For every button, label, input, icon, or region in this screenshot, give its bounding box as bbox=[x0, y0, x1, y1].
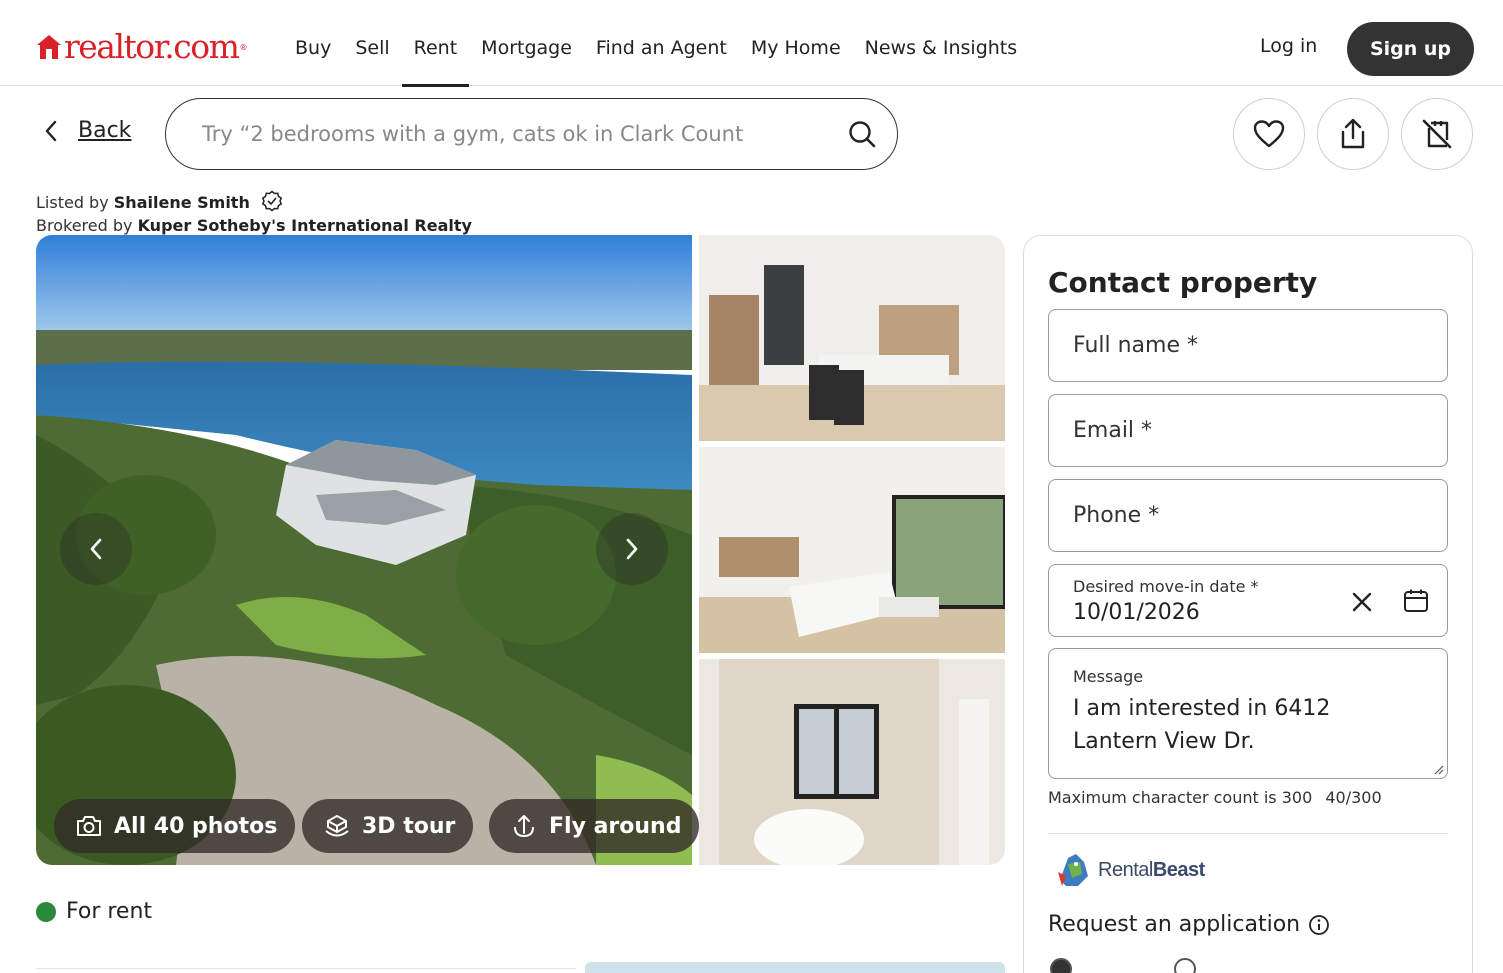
share-icon bbox=[1341, 118, 1365, 149]
move-in-date-value[interactable]: 10/01/2026 bbox=[1073, 600, 1200, 625]
contact-title: Contact property bbox=[1048, 266, 1318, 299]
signup-button[interactable]: Sign up bbox=[1347, 22, 1474, 76]
camera-icon bbox=[77, 816, 101, 836]
chevron-left-icon bbox=[90, 538, 102, 560]
main-nav: Buy Sell Rent Mortgage Find an Agent My … bbox=[295, 0, 1041, 87]
back-label: Back bbox=[78, 118, 132, 143]
message-text[interactable]: I am interested in 6412 Lantern View Dr. bbox=[1073, 692, 1363, 758]
request-application-label: Request an application bbox=[1048, 912, 1301, 937]
message-field[interactable]: Message I am interested in 6412 Lantern … bbox=[1048, 648, 1448, 779]
prev-photo-button[interactable] bbox=[60, 513, 132, 585]
search-icon[interactable] bbox=[847, 119, 877, 149]
full-name-placeholder: Full name * bbox=[1073, 333, 1198, 358]
top-header: realtor.com ® Buy Sell Rent Mortgage Find… bbox=[0, 0, 1503, 87]
rentalbeast-wordmark: RentalBeast bbox=[1098, 858, 1205, 881]
chevron-left-icon bbox=[45, 120, 57, 141]
request-application: Request an application bbox=[1048, 912, 1330, 937]
full-name-field[interactable]: Full name * bbox=[1048, 309, 1448, 382]
rentalbeast-logo: RentalBeast bbox=[1054, 850, 1205, 890]
section-divider bbox=[36, 968, 576, 969]
photo-living-room[interactable] bbox=[699, 447, 1005, 653]
message-label: Message bbox=[1073, 667, 1144, 686]
email-placeholder: Email * bbox=[1073, 418, 1153, 443]
info-icon[interactable] bbox=[1308, 914, 1330, 936]
realtor-logo[interactable]: realtor.com ® bbox=[36, 30, 247, 64]
form-divider bbox=[1048, 833, 1448, 834]
phone-placeholder: Phone * bbox=[1073, 503, 1160, 528]
login-link[interactable]: Log in bbox=[1260, 35, 1317, 57]
listing-status: For rent bbox=[36, 899, 152, 924]
search-bar[interactable] bbox=[165, 98, 898, 170]
agent-name[interactable]: Shailene Smith bbox=[114, 193, 250, 212]
verified-badge-icon bbox=[261, 190, 283, 212]
move-in-date-field[interactable]: Desired move-in date * 10/01/2026 bbox=[1048, 564, 1448, 637]
map-preview[interactable] bbox=[585, 962, 1005, 973]
house-logo-icon bbox=[37, 35, 61, 59]
back-link[interactable]: Back bbox=[44, 118, 131, 143]
status-label: For rent bbox=[66, 899, 153, 924]
nav-rent[interactable]: Rent bbox=[401, 0, 469, 87]
fly-around-label: Fly around bbox=[549, 813, 682, 839]
drone-fly-icon bbox=[514, 815, 534, 838]
broker-name[interactable]: Kuper Sotheby's International Realty bbox=[138, 216, 472, 235]
listed-by-label: Listed by bbox=[36, 193, 109, 212]
living-room-photo bbox=[699, 447, 1005, 653]
all-photos-label: All 40 photos bbox=[114, 813, 278, 839]
photo-bathroom[interactable] bbox=[699, 659, 1005, 865]
char-counter: Maximum character count is 300 40/300 bbox=[1048, 788, 1382, 807]
all-photos-button[interactable]: All 40 photos bbox=[54, 799, 296, 853]
radio-yes[interactable] bbox=[1050, 958, 1072, 973]
listed-by-row: Listed by Shailene Smith bbox=[36, 190, 472, 214]
save-button[interactable] bbox=[1233, 98, 1305, 170]
bathroom-photo bbox=[699, 659, 1005, 865]
nav-sell[interactable]: Sell bbox=[355, 0, 389, 86]
nav-buy[interactable]: Buy bbox=[295, 0, 331, 86]
share-button[interactable] bbox=[1317, 98, 1389, 170]
status-dot bbox=[36, 901, 56, 922]
nav-my-home[interactable]: My Home bbox=[751, 0, 841, 86]
3d-tour-button[interactable]: 3D tour bbox=[302, 799, 474, 853]
lake-house-aerial-photo bbox=[36, 235, 692, 865]
3d-tour-label: 3D tour bbox=[362, 813, 456, 839]
clear-date-icon[interactable] bbox=[1351, 591, 1373, 613]
radio-no[interactable] bbox=[1174, 958, 1196, 973]
brokered-by-label: Brokered by bbox=[36, 216, 133, 235]
photo-kitchen[interactable] bbox=[699, 235, 1005, 441]
nav-mortgage[interactable]: Mortgage bbox=[481, 0, 572, 86]
listing-meta: Listed by Shailene Smith Brokered by Kup… bbox=[36, 190, 472, 237]
nav-find-agent[interactable]: Find an Agent bbox=[596, 0, 727, 86]
char-count: 40/300 bbox=[1325, 788, 1382, 807]
logo-wordmark: realtor.com bbox=[64, 27, 240, 66]
contact-property-panel: Contact property Full name * Email * Pho… bbox=[1023, 235, 1473, 973]
main-photo[interactable] bbox=[36, 235, 692, 865]
max-char-text: Maximum character count is 300 bbox=[1048, 788, 1313, 807]
brokered-by-row: Brokered by Kuper Sotheby's Internationa… bbox=[36, 214, 472, 237]
resize-handle-icon[interactable] bbox=[1432, 763, 1444, 775]
hide-listing-button[interactable] bbox=[1401, 98, 1473, 170]
email-field[interactable]: Email * bbox=[1048, 394, 1448, 467]
rentalbeast-mascot-icon bbox=[1058, 854, 1088, 886]
move-in-date-label: Desired move-in date * bbox=[1073, 576, 1259, 596]
search-input[interactable] bbox=[202, 122, 792, 146]
fly-around-button[interactable]: Fly around bbox=[489, 799, 700, 853]
heart-icon bbox=[1253, 120, 1285, 148]
calendar-icon[interactable] bbox=[1403, 588, 1429, 614]
3d-tour-icon bbox=[325, 815, 349, 837]
hide-icon bbox=[1422, 119, 1452, 149]
phone-field[interactable]: Phone * bbox=[1048, 479, 1448, 552]
nav-news-insights[interactable]: News & Insights bbox=[865, 0, 1018, 86]
kitchen-photo bbox=[699, 235, 1005, 441]
next-photo-button[interactable] bbox=[596, 513, 668, 585]
chevron-right-icon bbox=[626, 538, 638, 560]
